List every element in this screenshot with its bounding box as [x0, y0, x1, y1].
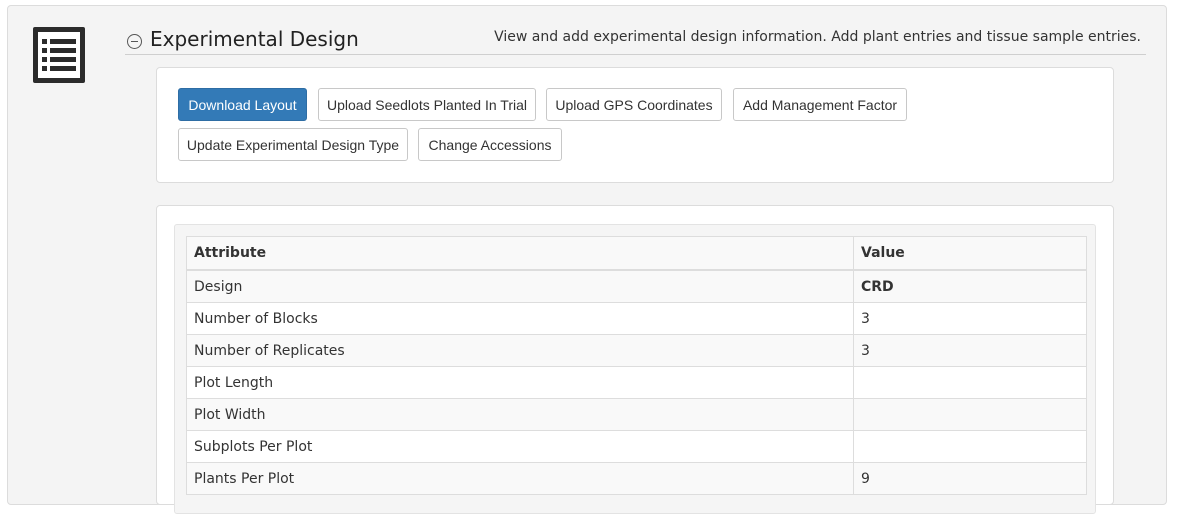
design-table-well: Attribute Value Design CRD Number of Blo… — [174, 224, 1096, 514]
value-cell: CRD — [853, 269, 1087, 303]
upload-seedlots-button[interactable]: Upload Seedlots Planted In Trial — [318, 88, 536, 121]
list-icon — [33, 27, 85, 83]
column-header: Value — [853, 236, 1087, 271]
change-accessions-button[interactable]: Change Accessions — [418, 128, 562, 161]
value-cell: 9 — [853, 462, 1087, 495]
attribute-cell: Number of Replicates — [186, 334, 854, 367]
table-row: Number of Blocks 3 — [186, 302, 1087, 335]
action-buttons-panel: Download Layout Upload Seedlots Planted … — [156, 67, 1114, 183]
table-row: Number of Replicates 3 — [186, 334, 1087, 367]
value-cell: 3 — [853, 334, 1087, 367]
value-cell — [853, 430, 1087, 463]
download-layout-button[interactable]: Download Layout — [178, 88, 307, 121]
upload-gps-coordinates-button[interactable]: Upload GPS Coordinates — [546, 88, 722, 121]
section-title[interactable]: Experimental Design — [150, 27, 359, 51]
attribute-cell: Plot Width — [186, 398, 854, 431]
attribute-cell: Design — [186, 269, 854, 303]
section-description: View and add experimental design informa… — [494, 29, 1141, 45]
table-header-row: Attribute Value — [186, 236, 1087, 271]
design-attributes-table: Attribute Value Design CRD Number of Blo… — [186, 236, 1087, 495]
table-row: Design CRD — [186, 269, 1087, 303]
column-header: Attribute — [186, 236, 854, 271]
design-info-panel: Attribute Value Design CRD Number of Blo… — [156, 205, 1114, 514]
section-header: Experimental Design View and add experim… — [125, 26, 1146, 55]
table-row: Plot Width — [186, 398, 1087, 431]
attribute-cell: Plot Length — [186, 366, 854, 399]
add-management-factor-button[interactable]: Add Management Factor — [733, 88, 907, 121]
value-cell — [853, 398, 1087, 431]
value-cell — [853, 366, 1087, 399]
table-row: Plants Per Plot 9 — [186, 462, 1087, 495]
attribute-cell: Subplots Per Plot — [186, 430, 854, 463]
attribute-cell: Number of Blocks — [186, 302, 854, 335]
update-design-type-button[interactable]: Update Experimental Design Type — [178, 128, 408, 161]
attribute-cell: Plants Per Plot — [186, 462, 854, 495]
value-cell: 3 — [853, 302, 1087, 335]
collapse-minus-icon[interactable] — [127, 34, 142, 49]
table-row: Subplots Per Plot — [186, 430, 1087, 463]
table-row: Plot Length — [186, 366, 1087, 399]
